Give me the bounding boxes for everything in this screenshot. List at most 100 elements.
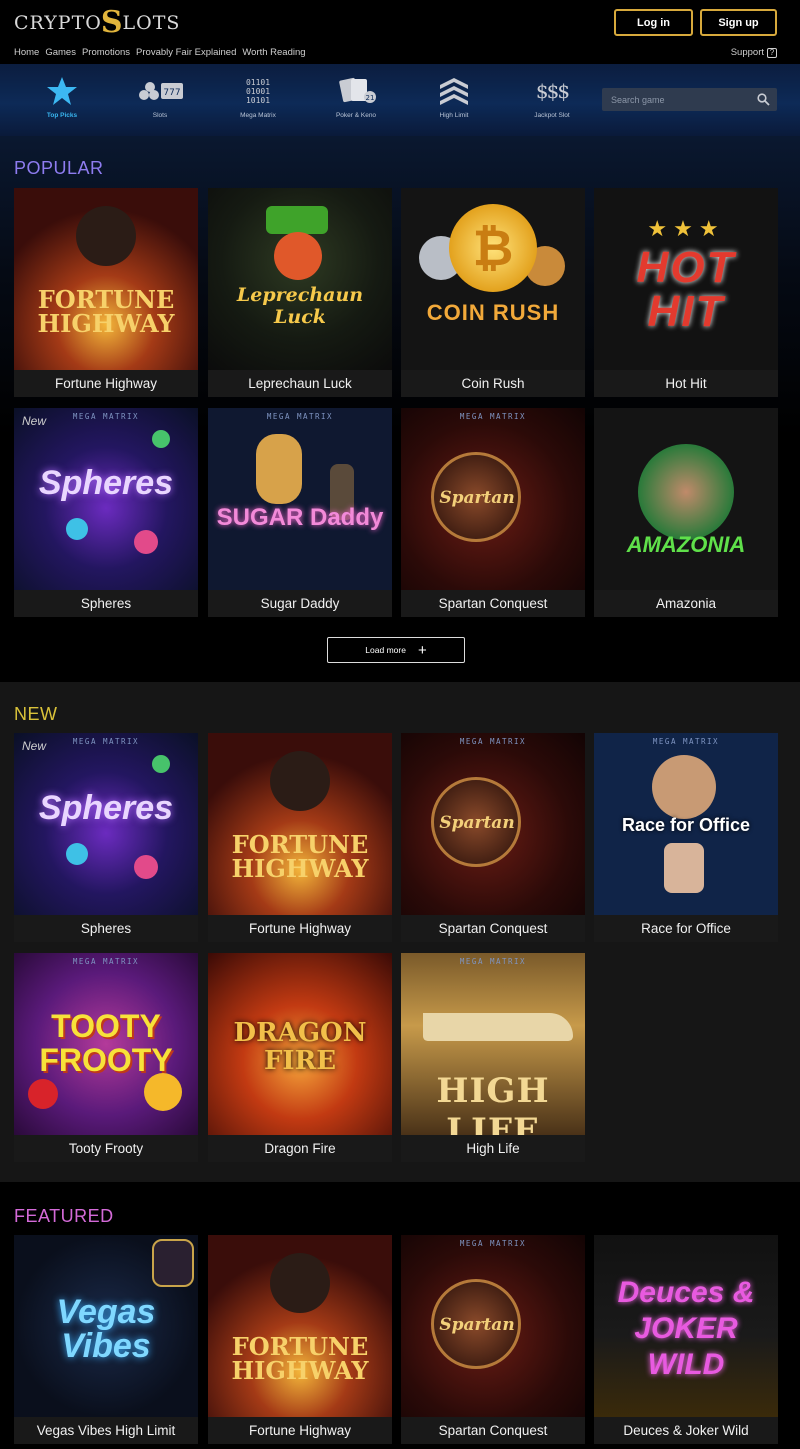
game-thumbnail: MEGA MATRIX SUGAR Daddy (208, 408, 392, 590)
category-label: Slots (152, 112, 168, 119)
game-name: Hot Hit (594, 370, 778, 397)
nav-games[interactable]: Games (45, 47, 76, 58)
category-poker-keno[interactable]: 21 Poker & Keno (320, 76, 392, 119)
game-name: Sugar Daddy (208, 590, 392, 617)
game-name: Fortune Highway (208, 1417, 392, 1444)
game-name: Amazonia (594, 590, 778, 617)
game-art-title: Spartan (439, 813, 515, 833)
category-jackpot-slot[interactable]: $$$ Jackpot Slot (516, 76, 588, 119)
game-art-title: Vegas Vibes (56, 1293, 156, 1365)
character-figure (270, 1253, 330, 1313)
game-name: Coin Rush (401, 370, 585, 397)
game-thumbnail: DRAGON FIRE (208, 953, 392, 1135)
search-icon[interactable] (757, 93, 770, 106)
game-art-title: Spheres (38, 789, 174, 827)
character-figure (270, 751, 330, 811)
stars-decoration: ★★★ (647, 216, 725, 241)
character-figure (256, 434, 302, 504)
game-name: Vegas Vibes High Limit (14, 1417, 198, 1444)
popular-section: POPULAR FORTUNE HIGHWAY Fortune Highway … (0, 136, 800, 682)
leprechaun-hat (266, 206, 328, 234)
mega-matrix-label: MEGA MATRIX (459, 412, 527, 421)
star-icon (47, 77, 77, 105)
game-thumbnail: AMAZONIA (594, 408, 778, 590)
game-thumbnail: FORTUNE HIGHWAY (208, 1235, 392, 1417)
game-thumbnail: MEGA MATRIX New Spheres (14, 408, 198, 590)
site-logo[interactable]: CRYPTO S LOTS (14, 8, 180, 38)
top-nav: Home Games Promotions Provably Fair Expl… (14, 47, 306, 58)
category-mega-matrix[interactable]: 01101 01001 10101 Mega Matrix (222, 76, 294, 120)
search-input[interactable]: Search game (602, 88, 777, 111)
new-title: NEW (14, 704, 58, 724)
load-more-button[interactable]: Load more + (327, 637, 465, 663)
game-art-title: Spheres (38, 464, 174, 502)
game-name: Spheres (14, 915, 198, 942)
new-tag: New (22, 414, 47, 428)
sphere-ball (134, 855, 158, 879)
game-thumbnail: MEGA MATRIX Race for Office (594, 733, 778, 915)
login-button[interactable]: Log in (614, 9, 693, 36)
game-name: Fortune Highway (208, 915, 392, 942)
game-thumbnail: MEGA MATRIX HIGH LIFE (401, 953, 585, 1135)
site-header: CRYPTO S LOTS Log in Sign up Home Games … (0, 0, 800, 64)
game-thumbnail: MEGA MATRIX Spartan (401, 408, 585, 590)
game-art-title: Race for Office (621, 815, 751, 835)
new-section: NEW MEGA MATRIX New Spheres Spheres FORT… (0, 682, 800, 1182)
game-art-title: FORTUNE HIGHWAY (231, 830, 369, 883)
yacht-graphic (423, 1013, 573, 1041)
plus-icon: + (417, 641, 427, 659)
category-high-limit[interactable]: High Limit (418, 76, 490, 119)
category-top-picks[interactable]: Top Picks (26, 76, 98, 119)
jackpot-icon: $$$ (516, 76, 588, 106)
game-name: Spartan Conquest (401, 915, 585, 942)
slots-icon: 777 (139, 82, 183, 100)
game-name: Leprechaun Luck (208, 370, 392, 397)
category-label: Jackpot Slot (534, 112, 570, 119)
game-art-title: COIN RUSH (426, 300, 560, 325)
category-label: Mega Matrix (240, 112, 276, 119)
mega-matrix-label: MEGA MATRIX (459, 737, 527, 746)
game-name: Tooty Frooty (14, 1135, 198, 1162)
game-thumbnail: ₿ COIN RUSH (401, 188, 585, 370)
nav-worth-reading[interactable]: Worth Reading (242, 47, 305, 58)
fist-graphic (664, 843, 704, 893)
bitcoin-coin: ₿ (449, 204, 537, 292)
nav-promotions[interactable]: Promotions (82, 47, 130, 58)
game-name: Deuces & Joker Wild (594, 1417, 778, 1444)
game-thumbnail: Deuces & JOKER WILD (594, 1235, 778, 1417)
mega-matrix-label: MEGA MATRIX (459, 957, 527, 966)
game-art-title: HIGH LIFE (436, 1071, 550, 1135)
game-thumbnail: MEGA MATRIX Spartan (401, 733, 585, 915)
game-art-title: DRAGON FIRE (233, 1018, 367, 1076)
load-more-label: Load more (365, 645, 406, 655)
svg-text:777: 777 (163, 88, 180, 98)
help-icon: ? (767, 47, 777, 58)
matrix-icon-row: 01101 (245, 77, 271, 87)
category-label: High Limit (439, 112, 469, 119)
mega-matrix-label: MEGA MATRIX (266, 412, 334, 421)
support-link[interactable]: Support ? (731, 47, 777, 58)
jackpot-icon-text: $$$ (535, 79, 570, 103)
category-slots[interactable]: 777 Slots (124, 76, 196, 119)
game-thumbnail: ★★★ HOT HIT (594, 188, 778, 370)
game-art-title: FORTUNE HIGHWAY (231, 1332, 369, 1385)
game-name: Spartan Conquest (401, 1417, 585, 1444)
mega-matrix-label: MEGA MATRIX (459, 1239, 527, 1248)
game-thumbnail: FORTUNE HIGHWAY (208, 733, 392, 915)
leprechaun-face (274, 232, 322, 280)
fruit-orange (144, 1073, 182, 1111)
game-art-title: TOOTY FROOTY (39, 1008, 173, 1078)
sphere-ball (66, 518, 88, 540)
logo-dollar: S (100, 5, 124, 40)
game-thumbnail: MEGA MATRIX Spartan (401, 1235, 585, 1417)
high-limit-badge-icon (152, 1239, 194, 1287)
game-name: Spheres (14, 590, 198, 617)
game-art-title: AMAZONIA (626, 532, 746, 557)
category-label: Top Picks (46, 112, 78, 119)
popular-title: POPULAR (14, 158, 104, 178)
game-name: Spartan Conquest (401, 590, 585, 617)
nav-provably-fair[interactable]: Provably Fair Explained (136, 47, 236, 58)
game-name: Race for Office (594, 915, 778, 942)
signup-button[interactable]: Sign up (700, 9, 777, 36)
nav-home[interactable]: Home (14, 47, 39, 58)
